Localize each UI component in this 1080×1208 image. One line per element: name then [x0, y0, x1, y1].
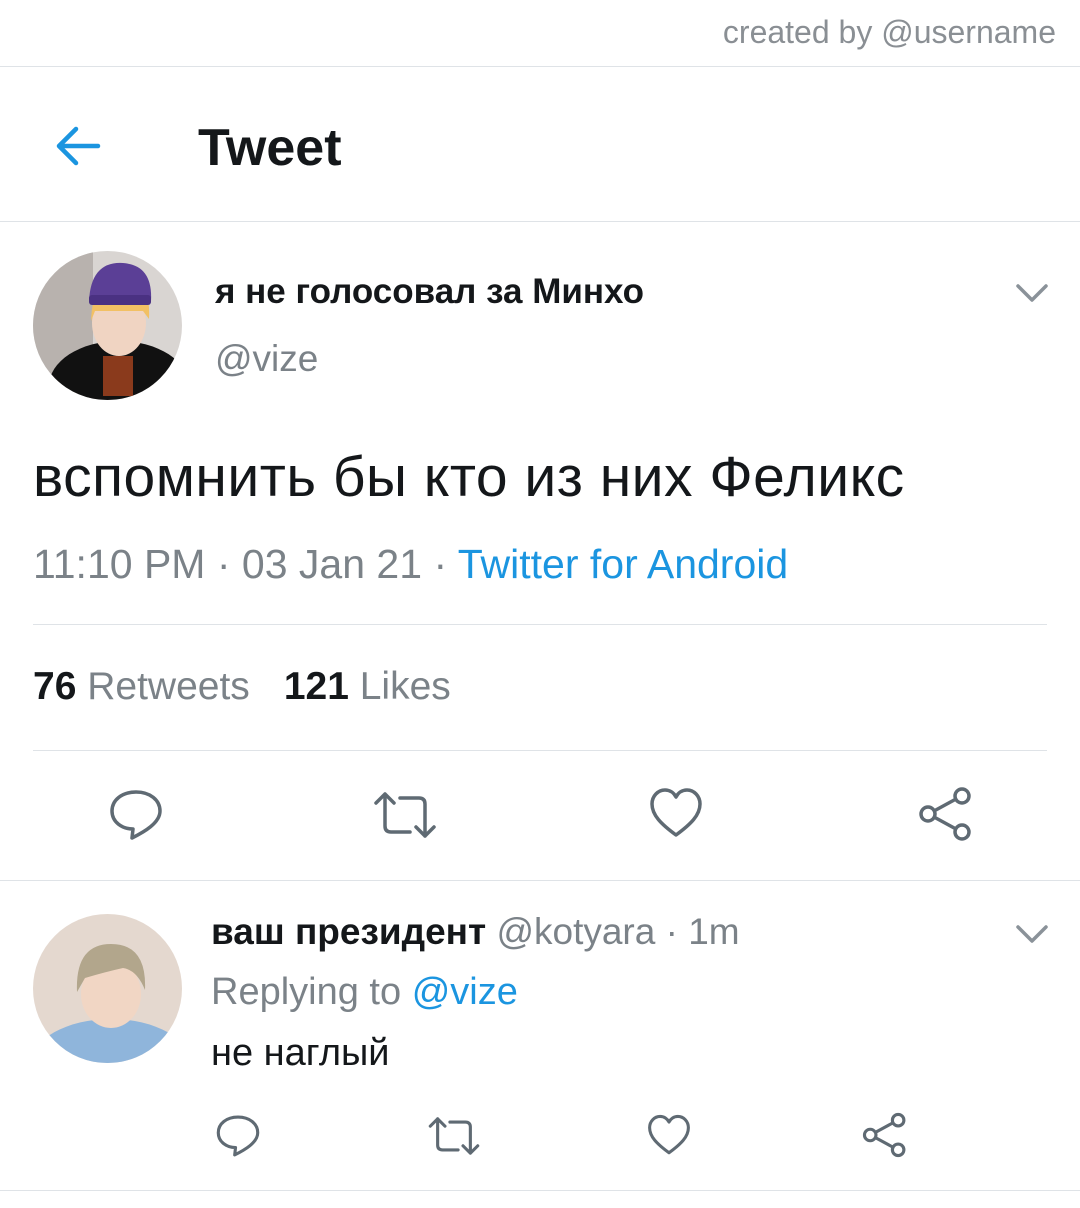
meta-separator: ·: [216, 541, 231, 587]
tweet-text: вспомнить бы кто из них Феликс: [33, 445, 905, 509]
reply-like-button[interactable]: [647, 1114, 691, 1161]
tweet-time: 11:10 PM: [33, 541, 206, 587]
reply-time: 1m: [688, 911, 740, 952]
tweet-stats: 76 Retweets 121 Likes: [33, 665, 451, 709]
like-button[interactable]: [649, 787, 703, 844]
reply-handle[interactable]: @kotyara: [496, 911, 655, 952]
chevron-down-icon: [1016, 925, 1048, 943]
tweet-meta: 11:10 PM · 03 Jan 21 · Twitter for Andro…: [33, 541, 788, 588]
reply-header: ваш президент @kotyara · 1m: [211, 911, 740, 953]
reply-avatar[interactable]: [33, 914, 182, 1063]
likes-count: 121: [283, 665, 349, 708]
replying-to-link[interactable]: @vize: [412, 971, 518, 1013]
divider: [0, 1190, 1080, 1191]
reply-text: не наглый: [211, 1032, 390, 1074]
reply-menu-button[interactable]: [1014, 922, 1050, 946]
retweets-label: Retweets: [87, 665, 250, 708]
page-title: Tweet: [198, 119, 342, 177]
likes-label: Likes: [359, 665, 451, 708]
share-icon: [919, 787, 971, 841]
like-icon: [648, 1114, 690, 1155]
replying-label: Replying to: [211, 971, 402, 1013]
reply-share-button[interactable]: [862, 1112, 908, 1163]
watermark-text: created by @username: [722, 14, 1056, 50]
share-button[interactable]: [918, 786, 974, 847]
like-icon: [650, 788, 702, 837]
divider: [33, 624, 1047, 625]
tweet-date: 03 Jan 21: [241, 541, 423, 587]
retweet-icon: [428, 1117, 480, 1155]
avatar-image: [33, 914, 182, 1063]
share-icon: [862, 1112, 906, 1158]
divider: [0, 66, 1080, 67]
tweet-handle[interactable]: @vize: [215, 338, 318, 380]
retweet-button[interactable]: [372, 790, 438, 845]
divider: [33, 750, 1047, 751]
retweets-count: 76: [33, 665, 77, 708]
tweet-display-name[interactable]: я не голосовал за Минхо: [215, 272, 644, 312]
divider: [0, 880, 1080, 881]
chevron-down-icon: [1016, 284, 1048, 302]
retweets-stat[interactable]: 76 Retweets: [33, 665, 250, 708]
reply-icon: [110, 790, 162, 840]
back-button[interactable]: [50, 118, 106, 174]
divider: [0, 221, 1080, 222]
reply-display-name[interactable]: ваш президент: [211, 911, 486, 952]
retweet-icon: [374, 792, 436, 838]
tweet-source-link[interactable]: Twitter for Android: [458, 541, 788, 587]
avatar[interactable]: [33, 251, 182, 400]
tweet-menu-button[interactable]: [1014, 281, 1050, 305]
replying-to: Replying to @vize: [211, 971, 518, 1014]
arrow-left-icon: [56, 126, 101, 166]
reply-icon: [216, 1115, 260, 1157]
meta-separator: ·: [665, 911, 678, 952]
reply-retweet-button[interactable]: [427, 1115, 481, 1162]
avatar-image: [33, 251, 182, 400]
reply-reply-button[interactable]: [215, 1113, 261, 1164]
meta-separator: ·: [433, 541, 448, 587]
likes-stat[interactable]: 121 Likes: [284, 665, 451, 708]
reply-button[interactable]: [108, 787, 164, 848]
